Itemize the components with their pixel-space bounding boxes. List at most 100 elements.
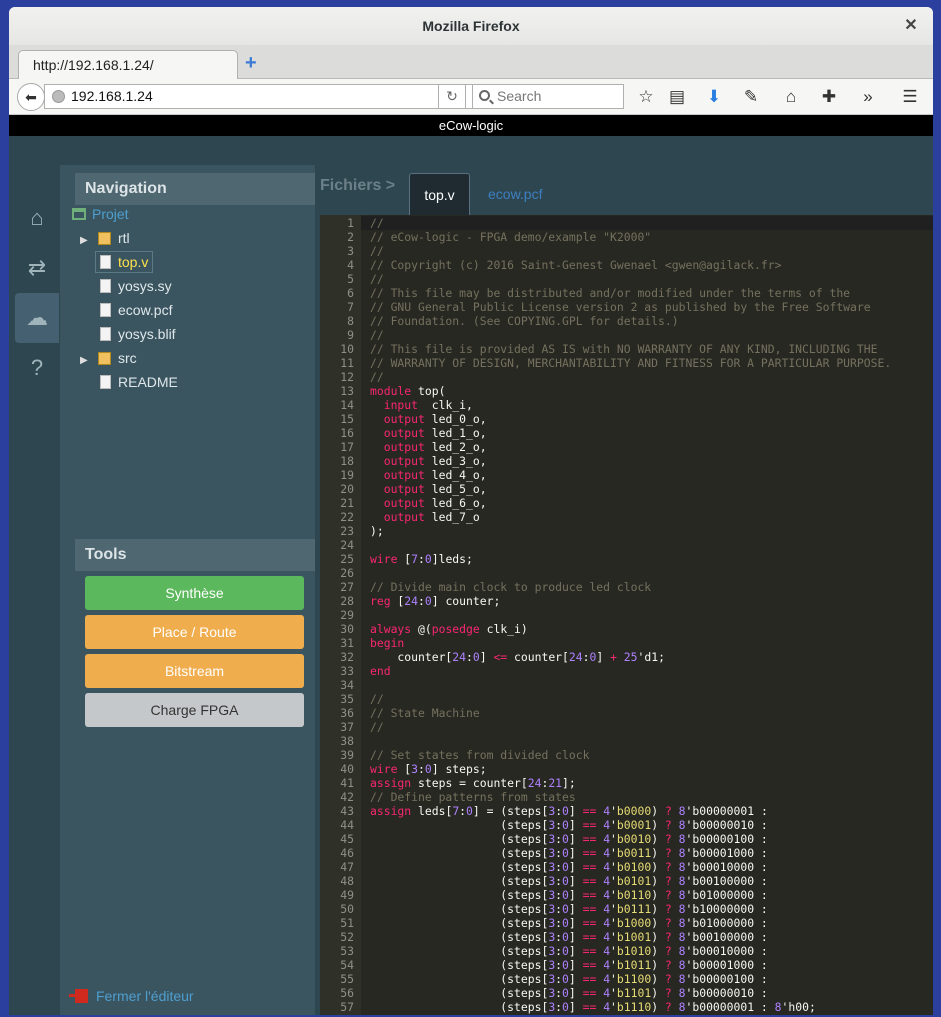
code-token: '	[610, 832, 617, 846]
code-token: ?	[664, 860, 672, 874]
tree-item-ecow-pcf[interactable]: ecow.pcf	[100, 299, 172, 321]
window-close-icon[interactable]: ✕	[901, 16, 921, 36]
bitstream-button[interactable]: Bitstream	[85, 654, 304, 688]
code-token: 'b01000000 :	[685, 916, 768, 930]
code-token: )	[651, 986, 665, 1000]
wrench-icon[interactable]: ✎	[737, 83, 765, 111]
charge-fpga-button[interactable]: Charge FPGA	[85, 693, 304, 727]
tree-item-projet[interactable]: Projet	[72, 203, 129, 225]
code-token: output	[383, 468, 425, 482]
line-number: 23	[340, 524, 354, 538]
cloud-icon[interactable]: ☁	[15, 293, 59, 343]
line-number: 39	[340, 748, 354, 762]
code-token: '	[610, 972, 617, 986]
code-token: ]	[568, 888, 583, 902]
file-icon	[100, 303, 111, 317]
code-token: ==	[582, 930, 597, 944]
code-token: 'b00000010 :	[685, 986, 768, 1000]
app-body: ⌂ ⇄ ☁ ? Navigation Projet ▶ rtl top.v yosys.…	[9, 136, 933, 1015]
search-icon	[479, 90, 490, 101]
shuffle-icon[interactable]: ⇄	[15, 243, 59, 293]
code-token: ?	[664, 902, 672, 916]
extensions-icon[interactable]: ✚	[815, 83, 843, 111]
code-token: )	[651, 944, 665, 958]
tab-top-v[interactable]: top.v	[409, 173, 470, 215]
reading-list-icon[interactable]: ▤	[663, 83, 691, 111]
download-icon[interactable]: ⬇	[700, 83, 728, 111]
code-token: '	[610, 846, 617, 860]
code-token: //	[370, 692, 384, 706]
tree-item-top-v[interactable]: top.v	[95, 251, 154, 273]
browser-tab[interactable]: http://192.168.1.24/	[18, 50, 238, 80]
code-token: ] = (steps[	[472, 804, 549, 818]
code-token: 0	[562, 916, 569, 930]
file-icon	[100, 327, 111, 341]
tree-item-label: rtl	[118, 230, 130, 246]
new-tab-button[interactable]: +	[245, 51, 257, 75]
reload-button[interactable]: ↻	[438, 84, 466, 109]
code-token: ]	[568, 902, 583, 916]
code-line: // Foundation. (See COPYING.GPL for deta…	[370, 314, 679, 328]
bookmark-star-icon[interactable]: ☆	[632, 83, 660, 111]
code-token: 0	[472, 650, 480, 664]
menu-icon[interactable]: ☰	[896, 83, 924, 111]
url-text: 192.168.1.24	[71, 88, 153, 104]
code-line: // Define patterns from states	[370, 790, 576, 804]
code-token: 0	[424, 552, 432, 566]
overflow-icon[interactable]: »	[854, 83, 882, 111]
code-token: 8	[678, 930, 686, 944]
code-token: ];	[562, 776, 576, 790]
tab-ecow-pcf[interactable]: ecow.pcf	[488, 173, 542, 215]
line-number: 47	[340, 860, 354, 874]
expand-arrow-icon[interactable]: ▶	[80, 230, 90, 252]
code-token: // State Machine	[370, 706, 480, 720]
code-token: ==	[582, 1000, 597, 1014]
code-token: '	[610, 916, 617, 930]
tree-item-rtl[interactable]: ▶ rtl	[80, 227, 130, 249]
code-token: )	[651, 972, 665, 986]
place-route-button[interactable]: Place / Route	[85, 615, 304, 649]
code-token: 0	[562, 930, 569, 944]
tree-item-yosys-sy[interactable]: yosys.sy	[100, 275, 172, 297]
tree-item-src[interactable]: ▶ src	[80, 347, 137, 369]
url-bar[interactable]: 192.168.1.24 ▼	[44, 84, 474, 109]
code-token: output	[383, 482, 425, 496]
code-token: //	[370, 244, 384, 258]
code-token: 0	[562, 874, 569, 888]
home-button-icon[interactable]: ⌂	[777, 83, 805, 111]
expand-arrow-icon[interactable]: ▶	[80, 350, 90, 372]
code-token: ]	[568, 986, 583, 1000]
code-editor[interactable]: 1 2 3 4 5 6 7 8 9 10 11 12 13 14 15 16 17 18 19 20 21 22 23 24 2…	[320, 215, 933, 1015]
code-token: b1011	[616, 958, 652, 972]
tools-heading: Tools	[75, 539, 315, 571]
help-icon[interactable]: ?	[15, 343, 59, 393]
search-input[interactable]: Search	[472, 84, 624, 109]
close-editor-link[interactable]: Fermer l'éditeur	[69, 988, 194, 1004]
code-token: )	[651, 874, 665, 888]
code-line: // This file is provided AS IS with NO W…	[370, 342, 877, 356]
code-token: 3	[411, 762, 419, 776]
synthese-button[interactable]: Synthèse	[85, 576, 304, 610]
tree-item-yosys-blif[interactable]: yosys.blif	[100, 323, 176, 345]
tree-item-readme[interactable]: README	[100, 371, 178, 393]
code-line: output led_6_o,	[370, 496, 487, 510]
code-line: output led_3_o,	[370, 454, 487, 468]
home-icon[interactable]: ⌂	[15, 193, 59, 243]
code-token: 24	[452, 650, 467, 664]
back-button[interactable]: ⬅	[17, 83, 45, 111]
code-token: ]	[568, 860, 583, 874]
code-token: // GNU General Public License version 2 …	[370, 300, 871, 314]
code-token: :	[555, 874, 563, 888]
code-token: // This file may be distributed and/or m…	[370, 286, 851, 300]
code-token: 0	[562, 944, 569, 958]
code-token: '	[610, 958, 617, 972]
code-token: (steps[	[370, 818, 549, 832]
line-number: 31	[340, 636, 354, 650]
code-token: 'd1;	[637, 650, 665, 664]
code-line: end	[370, 664, 391, 678]
